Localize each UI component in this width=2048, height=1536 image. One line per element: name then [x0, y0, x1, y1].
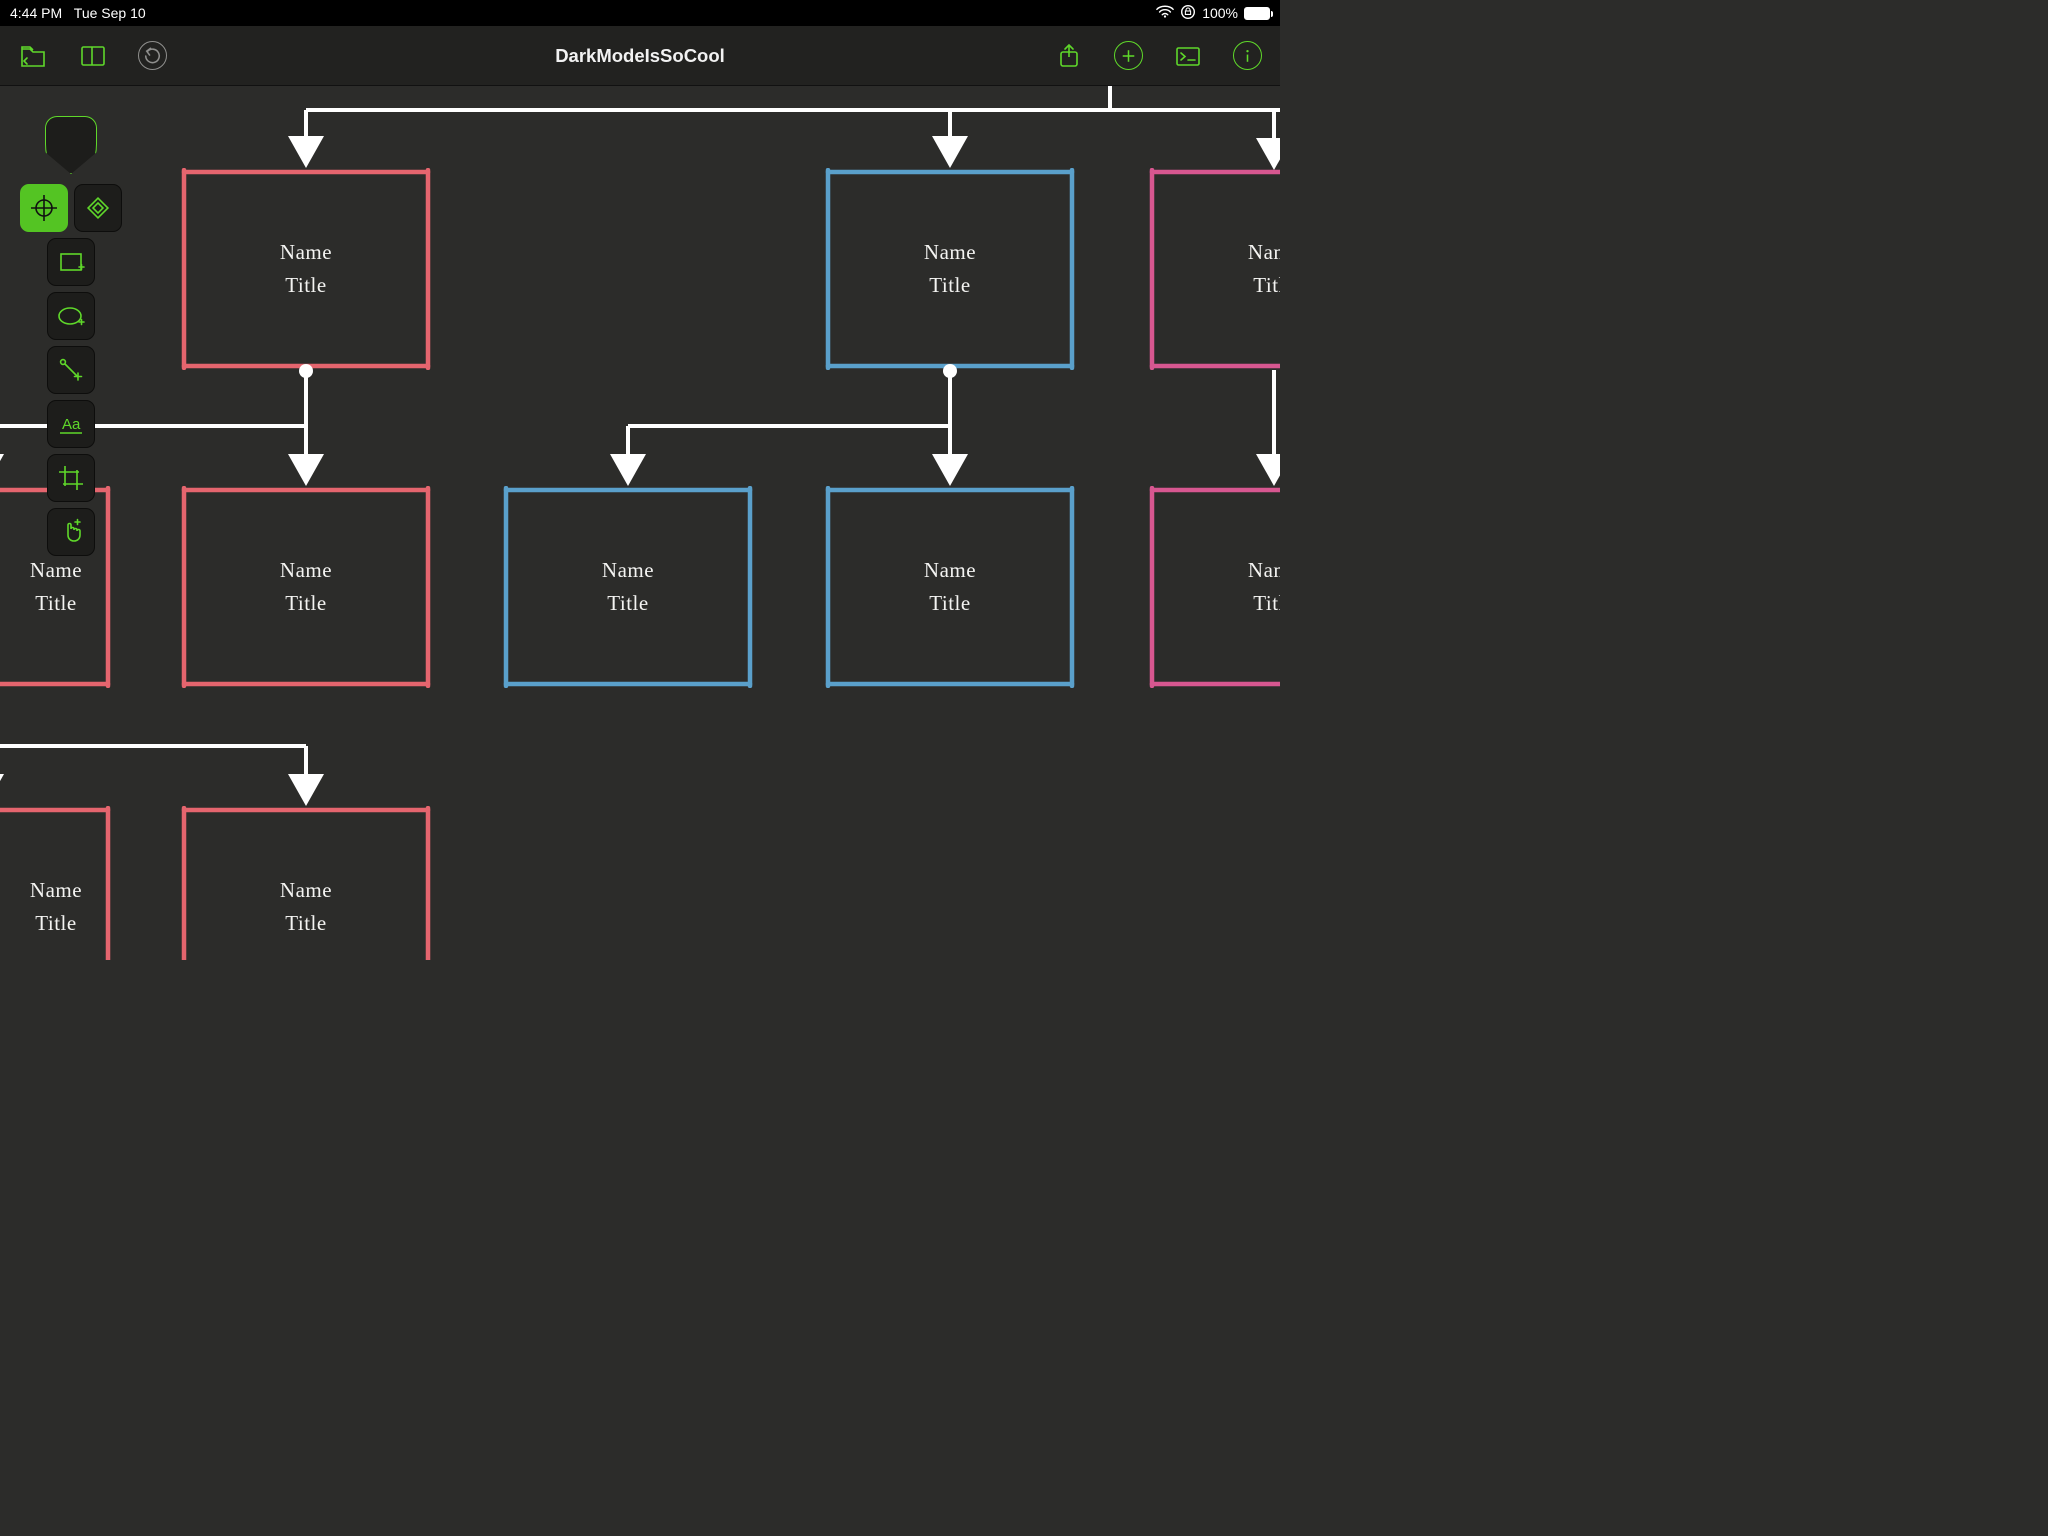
shape-tool[interactable]: [20, 184, 68, 232]
node-title: Title: [30, 907, 82, 940]
rect-tool[interactable]: [47, 238, 95, 286]
node-blue[interactable]: NameTitle: [824, 486, 1076, 688]
node-name: Name: [280, 874, 332, 907]
console-icon[interactable]: [1173, 41, 1203, 71]
node-title: Title: [1248, 587, 1280, 620]
node-title: Title: [280, 269, 332, 302]
node-red[interactable]: NameTitle: [180, 168, 432, 370]
node-pink[interactable]: NameTitle: [1148, 486, 1280, 688]
connector-dot[interactable]: [299, 364, 313, 378]
info-icon[interactable]: [1233, 41, 1262, 70]
node-title: Title: [30, 587, 82, 620]
node-name: Name: [30, 554, 82, 587]
status-bar: 4:44 PM Tue Sep 10 100%: [0, 0, 1280, 26]
wifi-icon: [1156, 5, 1174, 22]
node-name: Name: [1248, 554, 1280, 587]
status-date: Tue Sep 10: [74, 5, 146, 21]
line-tool[interactable]: [47, 346, 95, 394]
text-tool[interactable]: Aa: [47, 400, 95, 448]
ellipse-tool[interactable]: [47, 292, 95, 340]
node-title: Title: [280, 907, 332, 940]
node-blue[interactable]: NameTitle: [824, 168, 1076, 370]
tool-palette: Aa: [20, 116, 122, 556]
node-name: Name: [1248, 236, 1280, 269]
diamond-tool[interactable]: [74, 184, 122, 232]
share-icon[interactable]: [1054, 41, 1084, 71]
status-time: 4:44 PM: [10, 5, 62, 21]
documents-icon[interactable]: [18, 41, 48, 71]
node-blue[interactable]: NameTitle: [502, 486, 754, 688]
node-title: Title: [280, 587, 332, 620]
diagram-canvas[interactable]: NameTitle NameTitle NameTitle NameTitle …: [0, 86, 1280, 960]
orientation-lock-icon: [1180, 4, 1196, 23]
node-title: Title: [602, 587, 654, 620]
node-pink[interactable]: NameTitle: [1148, 168, 1280, 370]
top-toolbar: DarkModeIsSoCool: [0, 26, 1280, 86]
node-title: Title: [1248, 269, 1280, 302]
node-name: Name: [280, 236, 332, 269]
node-name: Name: [924, 236, 976, 269]
node-name: Name: [280, 554, 332, 587]
edit-tool[interactable]: [45, 116, 97, 174]
node-title: Title: [924, 587, 976, 620]
battery-percent: 100%: [1202, 5, 1238, 21]
connector-dot[interactable]: [943, 364, 957, 378]
undo-icon[interactable]: [138, 41, 167, 70]
node-red[interactable]: NameTitle: [180, 806, 432, 960]
svg-text:Aa: Aa: [62, 416, 81, 433]
node-name: Name: [30, 874, 82, 907]
node-name: Name: [602, 554, 654, 587]
node-red[interactable]: NameTitle: [180, 486, 432, 688]
crop-tool[interactable]: [47, 454, 95, 502]
sidebar-icon[interactable]: [78, 41, 108, 71]
node-red[interactable]: NameTitle: [0, 806, 112, 960]
node-name: Name: [924, 554, 976, 587]
add-icon[interactable]: [1114, 41, 1143, 70]
battery-icon: [1244, 7, 1270, 20]
node-title: Title: [924, 269, 976, 302]
pointer-tool[interactable]: [47, 508, 95, 556]
